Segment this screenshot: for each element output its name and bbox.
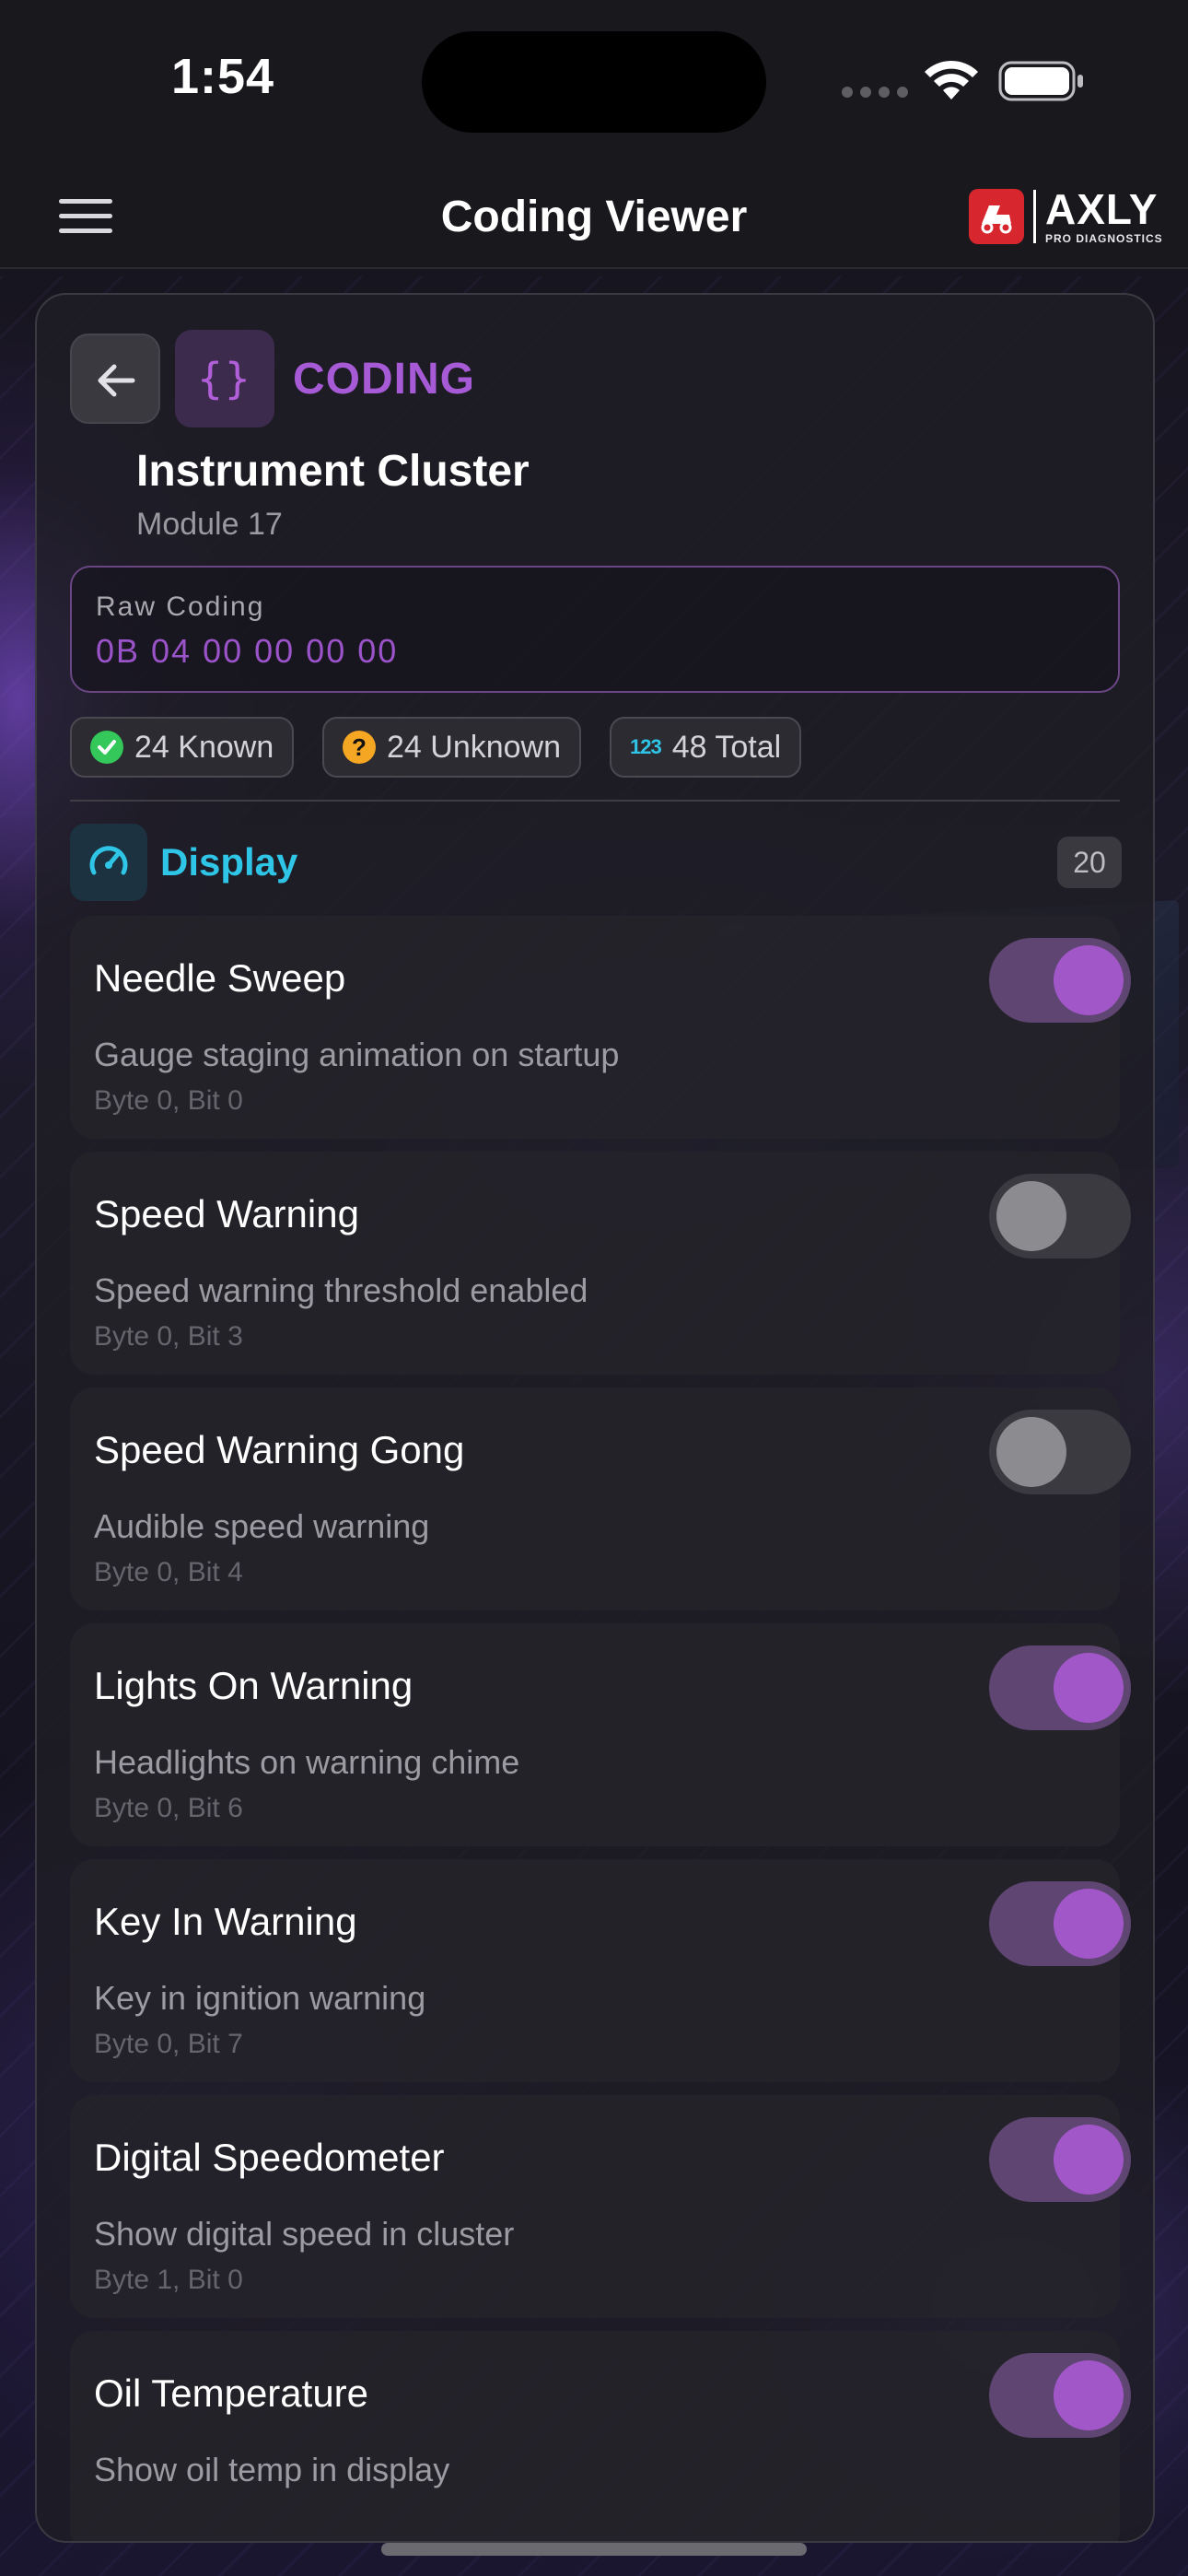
wifi-icon [925,60,978,100]
toggle-knob [1054,2125,1124,2195]
module-name: Instrument Cluster [136,447,530,496]
group-count-badge: 20 [1057,837,1122,888]
option-bit-location: Byte 0, Bit 3 [94,1321,243,1352]
toggle-knob [1054,1653,1124,1723]
option-bit-location: Byte 0, Bit 0 [94,1085,243,1116]
status-bar: 1:54 [0,0,1188,166]
option-title: Needle Sweep [94,956,346,1000]
option-title: Digital Speedometer [94,2136,445,2179]
option-bit-location: Byte 0, Bit 4 [94,1557,243,1587]
option-bit-location: Byte 0, Bit 6 [94,1793,243,1823]
toggle-knob [1054,1889,1124,1959]
unknown-count-chip: ? 24 Unknown [322,717,582,778]
option-title: Lights On Warning [94,1664,413,1707]
check-circle-icon [90,731,123,764]
toggle-knob [996,1181,1066,1251]
coding-option-row: Key In Warning Key in ignition warning Byt… [70,1859,1131,2082]
home-indicator [381,2543,807,2556]
option-bit-location: Byte 0, Bit 7 [94,2029,243,2059]
code-braces-icon: {} [175,330,274,427]
option-toggle[interactable] [989,1881,1131,1966]
module-number: Module 17 [136,507,283,542]
app-header: Coding Viewer AXLY PRO DIAGNOSTICS [0,166,1188,269]
coding-option-row: Digital Speedometer Show digital speed in… [70,2095,1131,2318]
gauge-icon [70,824,147,901]
divider [70,800,1120,802]
coding-option-row: Speed Warning Gong Audible speed warning B… [70,1388,1131,1610]
option-title: Oil Temperature [94,2371,369,2415]
option-description: Audible speed warning [94,1507,430,1545]
battery-icon [998,61,1083,101]
option-toggle[interactable] [989,2353,1131,2438]
option-title: Key In Warning [94,1900,357,1943]
question-circle-icon: ? [343,731,376,764]
logo-tagline: PRO DIAGNOSTICS [1045,232,1163,245]
toggle-knob [1054,2360,1124,2430]
raw-coding-label: Raw Coding [96,591,265,622]
cellular-signal-icon [842,87,908,98]
back-button[interactable] [70,334,160,424]
toggle-knob [996,1417,1066,1487]
logo-divider [1033,190,1036,243]
section-label: CODING [293,355,475,404]
option-toggle[interactable] [989,1645,1131,1730]
raw-coding-box[interactable]: Raw Coding 0B 04 00 00 00 00 [70,566,1120,693]
option-toggle[interactable] [989,938,1131,1023]
option-toggle[interactable] [989,1174,1131,1259]
logo-name: AXLY [1045,185,1159,233]
option-title: Speed Warning Gong [94,1428,465,1471]
option-bit-location: Byte 1, Bit 0 [94,2265,243,2295]
unknown-count: 24 Unknown [387,729,562,765]
coding-option-row: Oil Temperature Show oil temp in display [70,2331,1131,2541]
option-description: Headlights on warning chime [94,1743,520,1781]
raw-coding-value: 0B 04 00 00 00 00 [96,632,399,670]
option-description: Speed warning threshold enabled [94,1271,588,1309]
option-description: Show digital speed in cluster [94,2215,515,2253]
logo-mark-icon [969,189,1024,244]
status-time: 1:54 [171,49,275,104]
brand-logo: AXLY PRO DIAGNOSTICS [969,186,1163,247]
dynamic-island [422,31,766,133]
total-count: 48 Total [671,729,782,765]
known-count: 24 Known [134,729,274,765]
coding-option-row: Needle Sweep Gauge staging animation on s… [70,916,1131,1139]
coding-card: {} CODING Instrument Cluster Module 17 R… [35,293,1155,2543]
coding-option-row: Lights On Warning Headlights on warning c… [70,1623,1131,1846]
coding-option-row: Speed Warning Speed warning threshold ena… [70,1152,1131,1375]
arrow-left-icon [98,364,135,397]
option-toggle[interactable] [989,1410,1131,1494]
toggle-knob [1054,945,1124,1015]
number-icon: 123 [630,735,662,758]
known-count-chip: 24 Known [70,717,295,778]
option-title: Speed Warning [94,1192,359,1235]
option-description: Gauge staging animation on startup [94,1036,620,1073]
total-count-chip: 123 48 Total [610,717,802,778]
option-description: Show oil temp in display [94,2451,450,2488]
option-toggle[interactable] [989,2117,1131,2202]
group-title: Display [160,840,298,884]
option-description: Key in ignition warning [94,1979,426,2017]
